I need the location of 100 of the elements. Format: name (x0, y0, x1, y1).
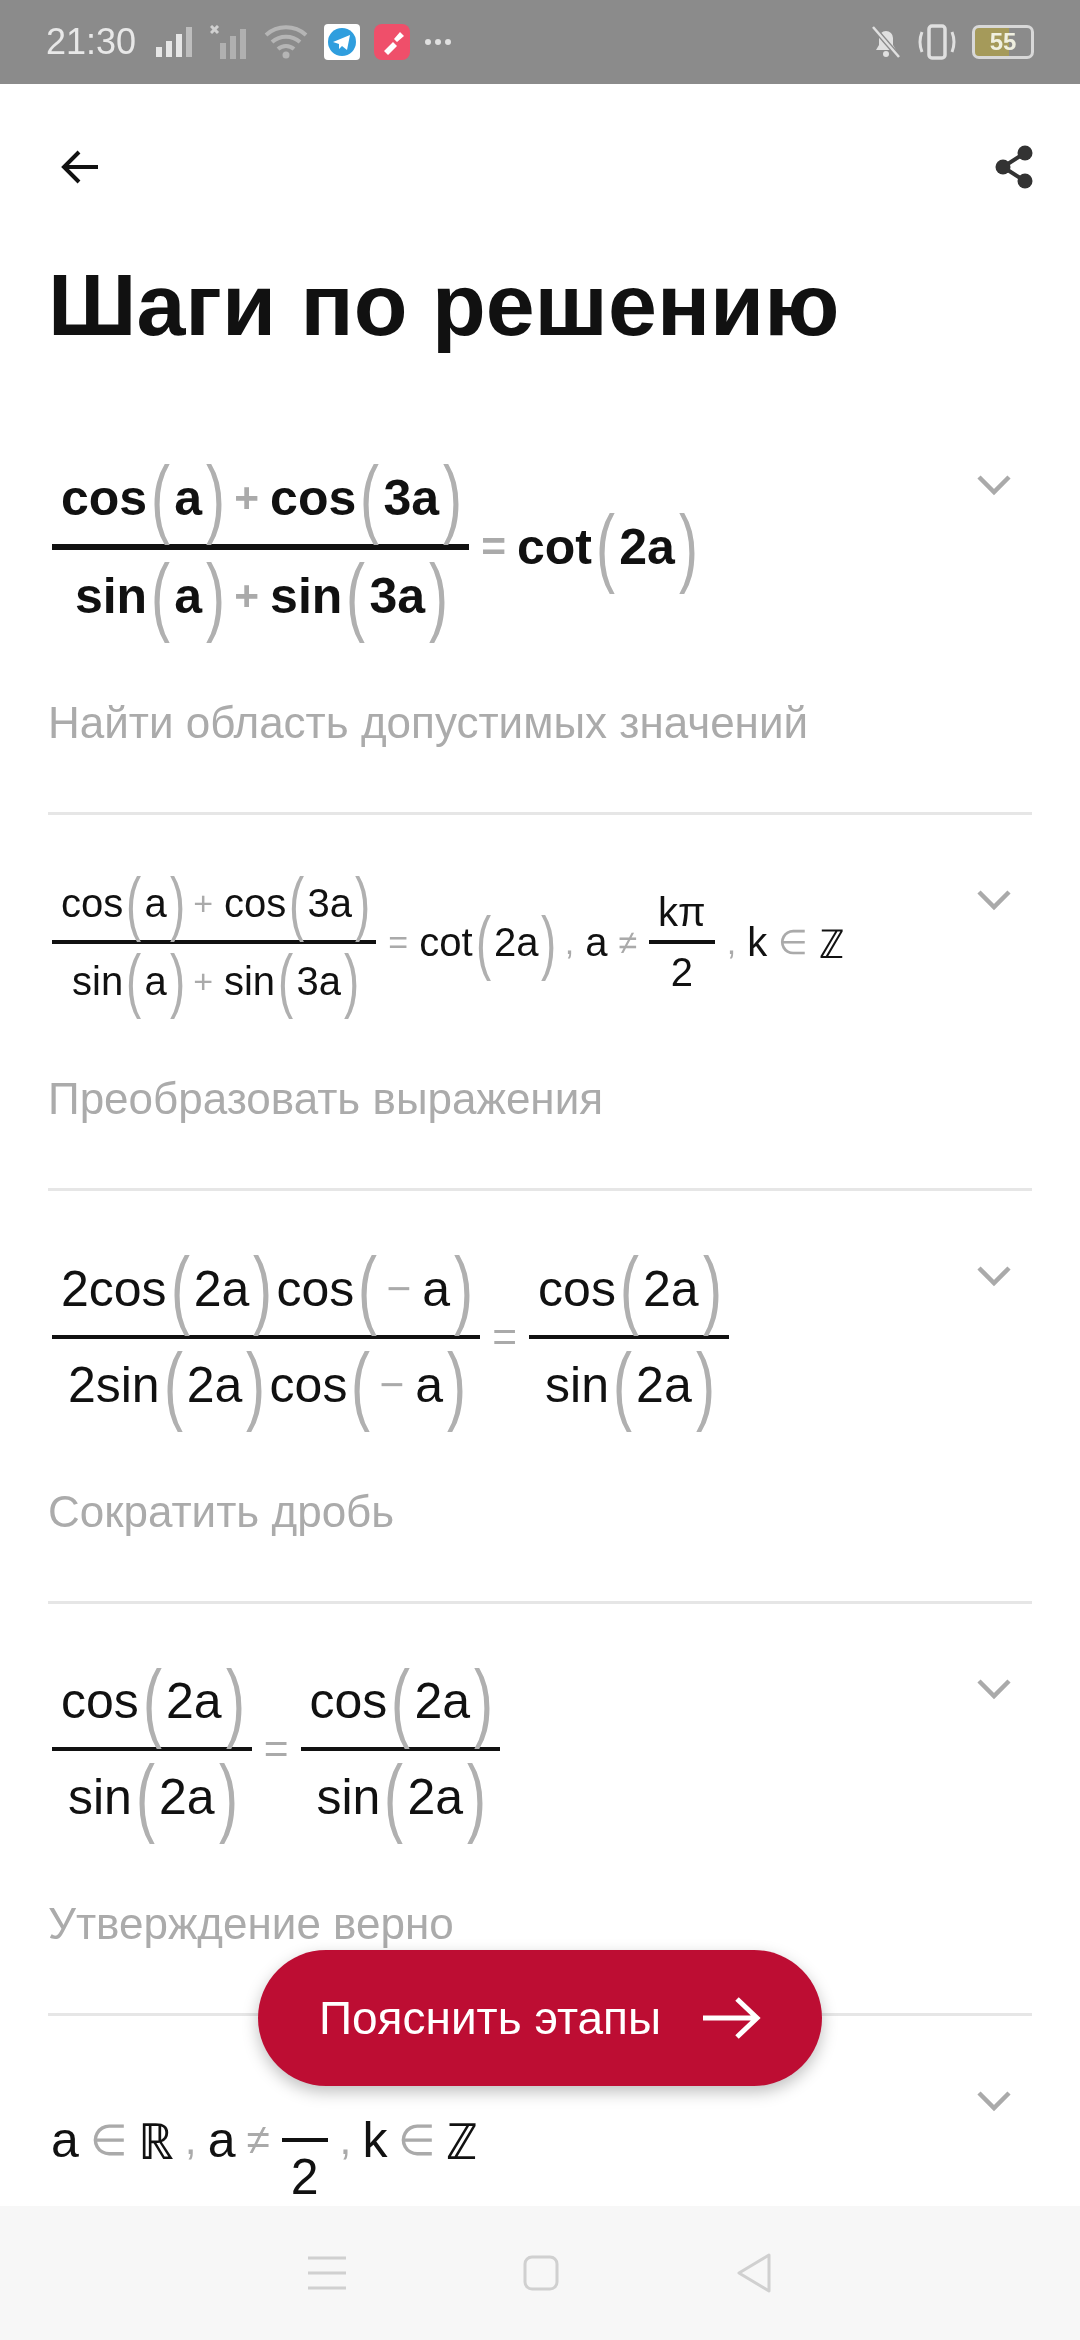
math-text: 2a (186, 1355, 243, 1414)
app-icon (374, 24, 411, 60)
more-icon (424, 38, 453, 46)
parenthesis: ( (289, 866, 305, 941)
parenthesis: ) (702, 1242, 722, 1335)
math-operator: = (492, 1312, 518, 1361)
parenthesis: ) (541, 905, 557, 979)
vibrate-icon (916, 24, 958, 60)
parenthesis: ( (135, 1751, 155, 1844)
math-text: sin (316, 1768, 381, 1827)
parenthesis: ) (344, 944, 360, 1018)
parenthesis: ) (467, 1751, 487, 1844)
parenthesis: ( (163, 1338, 183, 1431)
parenthesis: ) (429, 549, 449, 642)
parenthesis: ) (218, 1751, 238, 1844)
math-operator: ≠ (246, 2116, 270, 2165)
chevron-down-icon[interactable] (976, 1264, 1012, 1287)
parenthesis: ( (391, 1655, 411, 1748)
back-icon[interactable] (60, 149, 100, 185)
math-text: cos (61, 468, 148, 527)
math-text: ℤ (446, 2113, 479, 2173)
parenthesis: ) (225, 1655, 245, 1748)
math-text: k (362, 2111, 388, 2170)
menu-icon[interactable] (308, 2256, 347, 2290)
math-text: cos (309, 1672, 388, 1731)
math-operator: , (184, 2116, 197, 2165)
status-time: 21:30 (46, 21, 137, 63)
parenthesis: ( (384, 1751, 404, 1844)
parenthesis: ( (346, 549, 366, 642)
parenthesis: ) (474, 1655, 494, 1748)
math-text: cos (270, 468, 357, 527)
parenthesis: ) (695, 1338, 715, 1431)
parenthesis: ( (278, 944, 294, 1018)
math-operator: = (388, 922, 409, 962)
parenthesis: ( (151, 549, 171, 642)
math-text: sin (545, 1355, 609, 1414)
math-text: 2a (407, 1768, 464, 1827)
math-text: 2 (290, 2148, 319, 2206)
chevron-down-icon[interactable] (976, 2090, 1012, 2113)
parenthesis: ( (475, 905, 491, 979)
step-description: Сократить дробь (48, 1485, 396, 1538)
bell-muted-icon (870, 24, 902, 60)
math-text: a (585, 919, 608, 965)
fraction-bar (649, 940, 715, 945)
math-operator: = (481, 522, 506, 571)
chevron-down-icon[interactable] (976, 474, 1012, 496)
math-operator: + (193, 961, 213, 1001)
math-text: 2a (619, 517, 675, 576)
math-operator: + (193, 884, 213, 923)
math-text: a (207, 2111, 236, 2170)
parenthesis: ) (355, 866, 371, 941)
step-description: Найти область допустимых значений (48, 696, 810, 749)
parenthesis: ) (169, 866, 186, 941)
math-operator: , (726, 922, 737, 962)
explain-steps-button[interactable]: Пояснить этапы (258, 1950, 822, 2086)
math-operator: + (234, 473, 260, 522)
math-text: cot (419, 919, 473, 965)
parenthesis: ( (142, 1655, 162, 1748)
fraction-bar (281, 2138, 328, 2143)
app-icon (324, 24, 361, 60)
math-text: a (51, 2111, 79, 2170)
math-text: 2 (670, 949, 693, 995)
math-text: 2a (493, 919, 539, 965)
chevron-down-icon[interactable] (976, 1677, 1012, 1700)
parenthesis: ) (246, 1338, 266, 1431)
arrow-right-icon (701, 1996, 761, 2040)
parenthesis: ( (358, 1242, 378, 1335)
step-description: Утверждение верно (48, 1898, 455, 1951)
math-text: 2a (636, 1355, 692, 1414)
math-text: ℤ (819, 920, 845, 968)
math-text: 3a (369, 566, 426, 625)
math-text: sin (270, 566, 343, 625)
home-icon[interactable] (523, 2255, 559, 2291)
math-text: cos (224, 881, 287, 926)
parenthesis: ) (454, 1242, 474, 1335)
math-operator: − (379, 1360, 405, 1409)
parenthesis: ) (443, 452, 463, 544)
math-text: 2a (414, 1672, 471, 1731)
parenthesis: ( (596, 500, 616, 593)
step-description: Преобразовать выражения (48, 1072, 605, 1125)
math-operator: = (263, 1725, 289, 1774)
math-text: ℝ (137, 2113, 174, 2173)
math-text: 3a (296, 958, 341, 1004)
math-text: cos (61, 1672, 139, 1731)
share-icon[interactable] (994, 145, 1034, 189)
parenthesis: ( (126, 866, 142, 941)
parenthesis: ( (613, 1338, 632, 1431)
math-text: 2a (643, 1259, 699, 1318)
math-text: cos (276, 1259, 355, 1318)
math-operator: ∈ (89, 2115, 127, 2165)
parenthesis: ( (351, 1338, 371, 1431)
math-text: 3a (307, 881, 353, 926)
math-text: sin (67, 1768, 132, 1827)
math-text: a (174, 468, 203, 527)
parenthesis: ( (151, 452, 171, 544)
math-text: a (422, 1259, 451, 1318)
math-text: 2cos (61, 1259, 167, 1318)
chevron-down-icon[interactable] (976, 888, 1012, 911)
back-triangle-icon[interactable] (735, 2253, 772, 2293)
math-text: 2sin (67, 1355, 160, 1414)
